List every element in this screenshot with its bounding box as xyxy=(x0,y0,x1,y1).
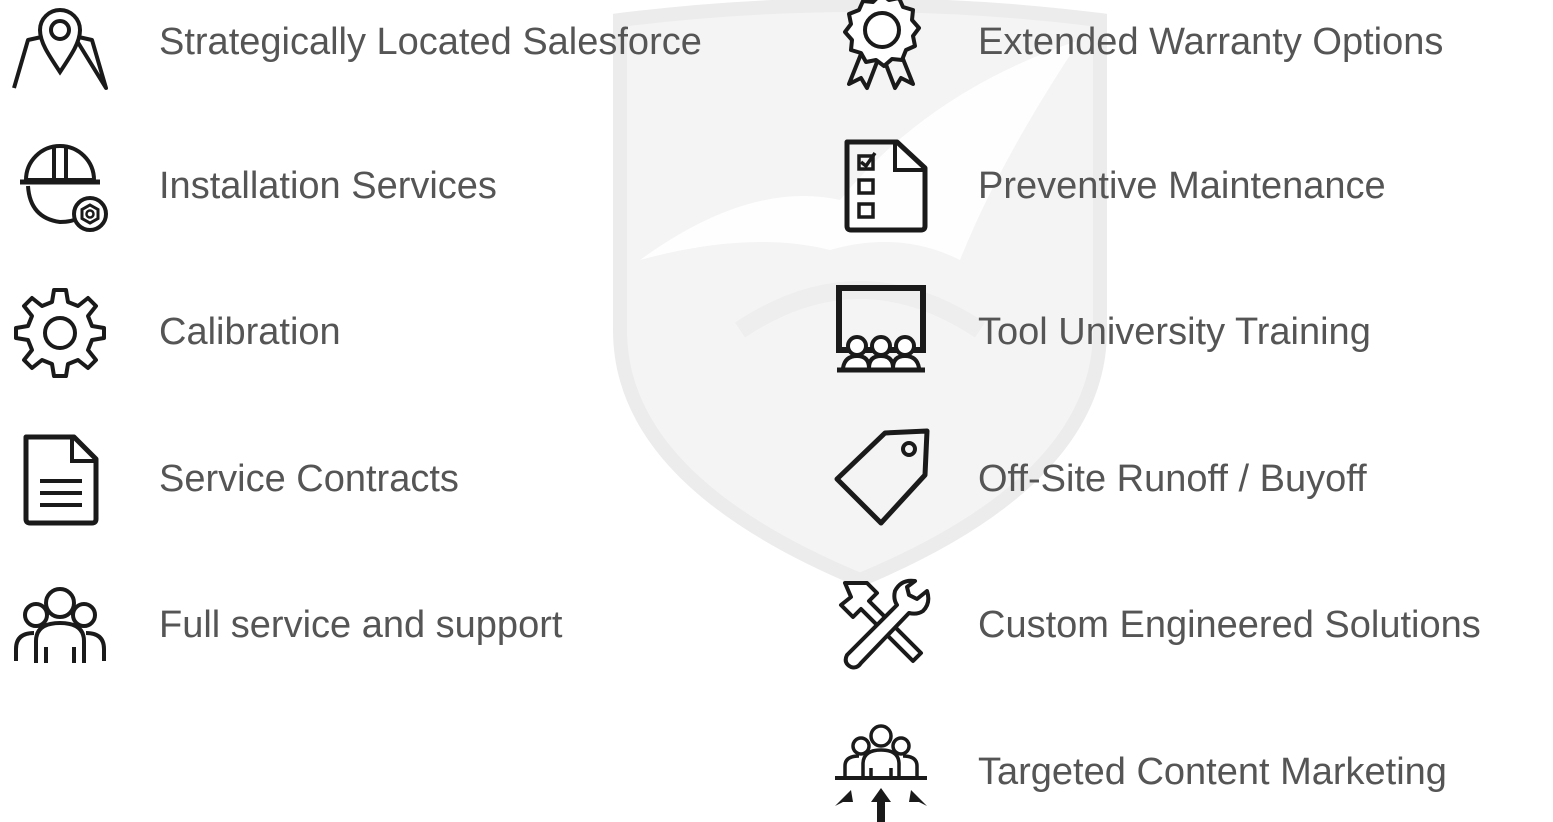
hardhat-worker-nut-icon xyxy=(5,136,115,236)
list-item: Service Contracts xyxy=(5,429,459,529)
award-ribbon-icon xyxy=(826,0,936,92)
document-icon xyxy=(5,429,115,529)
list-item: Strategically Located Salesforce xyxy=(5,0,702,92)
list-item: Tool University Training xyxy=(826,282,1371,382)
list-item: Preventive Maintenance xyxy=(826,136,1386,236)
classroom-icon xyxy=(826,282,936,382)
item-label: Targeted Content Marketing xyxy=(978,751,1447,793)
item-label: Extended Warranty Options xyxy=(978,21,1444,63)
list-item: Off-Site Runoff / Buyoff xyxy=(826,428,1367,529)
list-item: Installation Services xyxy=(5,136,497,236)
map-location-pin-icon xyxy=(5,0,115,92)
item-label: Service Contracts xyxy=(159,458,459,500)
list-item: Full service and support xyxy=(5,575,562,675)
item-label: Calibration xyxy=(159,311,341,353)
item-label: Custom Engineered Solutions xyxy=(978,604,1481,646)
item-label: Installation Services xyxy=(159,165,497,207)
list-item: Targeted Content Marketing xyxy=(826,722,1447,822)
price-tag-icon xyxy=(826,428,936,529)
people-group-icon xyxy=(5,575,115,675)
item-label: Tool University Training xyxy=(978,311,1371,353)
list-item: Calibration xyxy=(5,282,341,382)
gear-icon xyxy=(5,282,115,382)
hammer-wrench-icon xyxy=(826,575,936,675)
item-label: Full service and support xyxy=(159,604,563,646)
list-item: Extended Warranty Options xyxy=(826,0,1443,92)
checklist-document-icon xyxy=(826,136,936,236)
target-audience-icon xyxy=(826,722,936,822)
item-label: Preventive Maintenance xyxy=(978,165,1386,207)
item-label: Off-Site Runoff / Buyoff xyxy=(978,458,1367,500)
list-item: Custom Engineered Solutions xyxy=(826,575,1481,675)
item-label: Strategically Located Salesforce xyxy=(159,21,702,63)
